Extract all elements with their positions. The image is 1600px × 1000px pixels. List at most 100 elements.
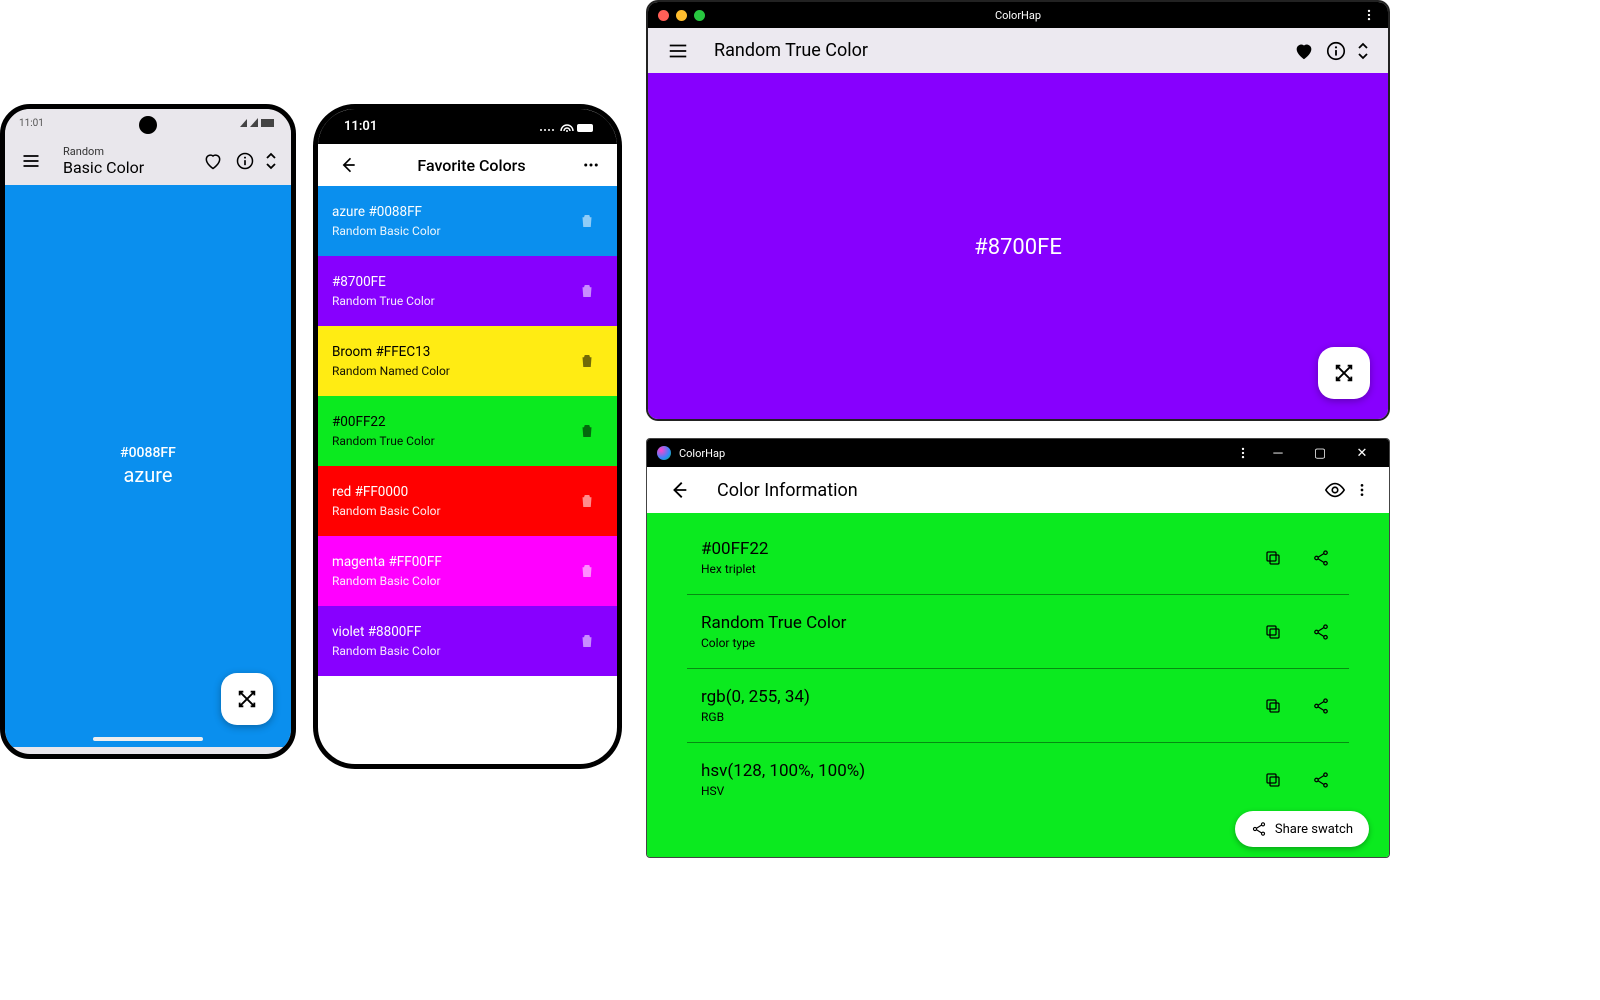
- app-bar-subtitle: Random: [63, 145, 197, 158]
- info-row-label: HSV: [701, 784, 1257, 798]
- share-icon[interactable]: [1305, 542, 1337, 574]
- favorite-item-subtitle: Random Basic Color: [332, 644, 441, 658]
- info-row-label: Color type: [701, 636, 1257, 650]
- window-titlebar[interactable]: ColorHap ─ ▢ ✕: [647, 439, 1389, 467]
- favorite-item-text: Broom #FFEC13Random Named Color: [332, 344, 450, 378]
- share-icon[interactable]: [1305, 616, 1337, 648]
- favorite-item-title: magenta #FF00FF: [332, 554, 442, 570]
- visibility-icon[interactable]: [1319, 474, 1351, 506]
- delete-icon[interactable]: [571, 275, 603, 307]
- more-vert-icon[interactable]: [1351, 474, 1373, 506]
- app-icon: [657, 446, 671, 460]
- app-bar-title: Random True Color: [714, 40, 1288, 61]
- more-icon[interactable]: [579, 149, 603, 181]
- menu-icon[interactable]: [662, 35, 694, 67]
- mac-window-true-color: ColorHap Random True Color #8700FE: [646, 0, 1390, 421]
- window-titlebar[interactable]: ColorHap: [648, 2, 1388, 28]
- favorite-item-subtitle: Random Basic Color: [332, 224, 441, 238]
- color-swatch[interactable]: #0088FF azure: [5, 185, 291, 747]
- back-icon[interactable]: [663, 474, 695, 506]
- delete-icon[interactable]: [571, 625, 603, 657]
- favorite-item-title: Broom #FFEC13: [332, 344, 450, 360]
- favorite-item[interactable]: azure #0088FFRandom Basic Color: [318, 186, 617, 256]
- info-icon[interactable]: [1320, 35, 1352, 67]
- shuffle-button[interactable]: [221, 673, 273, 725]
- favorite-item-title: #00FF22: [332, 414, 435, 430]
- delete-icon[interactable]: [571, 485, 603, 517]
- copy-icon[interactable]: [1257, 616, 1289, 648]
- app-bar-title: Basic Color: [63, 158, 197, 177]
- share-swatch-button[interactable]: Share swatch: [1235, 811, 1369, 847]
- nav-pill: [93, 737, 203, 741]
- share-icon[interactable]: [1305, 764, 1337, 796]
- favorite-item[interactable]: #00FF22 Random True Color: [318, 396, 617, 466]
- favorite-item-text: azure #0088FFRandom Basic Color: [332, 204, 441, 238]
- copy-icon[interactable]: [1257, 690, 1289, 722]
- desktop-window-color-info: ColorHap ─ ▢ ✕ Color Information #00FF22…: [646, 438, 1390, 858]
- unfold-icon[interactable]: [1352, 35, 1374, 67]
- info-row-value: rgb(0, 255, 34): [701, 687, 1257, 707]
- favorite-item-subtitle: Random Basic Color: [332, 504, 441, 518]
- copy-icon[interactable]: [1257, 542, 1289, 574]
- favorite-icon[interactable]: [197, 145, 229, 177]
- camera-cutout: [139, 116, 157, 134]
- shuffle-button[interactable]: [1318, 347, 1370, 399]
- info-row-label: Hex triplet: [701, 562, 1257, 576]
- close-icon[interactable]: ✕: [1345, 446, 1379, 461]
- favorite-item-title: red #FF0000: [332, 484, 441, 500]
- maximize-icon[interactable]: ▢: [1303, 446, 1337, 461]
- swatch-name: azure: [123, 463, 172, 487]
- notch: [398, 109, 538, 131]
- status-bar: 11:01: [5, 109, 291, 137]
- share-icon[interactable]: [1305, 690, 1337, 722]
- share-swatch-label: Share swatch: [1275, 822, 1353, 837]
- app-bar-title: Color Information: [717, 480, 1319, 501]
- favorite-item-text: #00FF22 Random True Color: [332, 414, 435, 448]
- app-bar-title: Favorite Colors: [364, 156, 579, 175]
- info-icon[interactable]: [229, 145, 261, 177]
- shuffle-icon: [236, 688, 258, 710]
- window-title: ColorHap: [995, 9, 1041, 22]
- favorite-item-subtitle: Random True Color: [332, 434, 435, 448]
- favorite-icon[interactable]: [1288, 35, 1320, 67]
- info-row: Random True ColorColor type: [687, 594, 1349, 668]
- delete-icon[interactable]: [571, 345, 603, 377]
- favorite-item[interactable]: Broom #FFEC13Random Named Color: [318, 326, 617, 396]
- back-icon[interactable]: [332, 149, 364, 181]
- favorite-item[interactable]: magenta #FF00FF Random Basic Color: [318, 536, 617, 606]
- menu-icon[interactable]: [15, 145, 47, 177]
- favorite-list[interactable]: azure #0088FFRandom Basic Color#8700FERa…: [318, 186, 617, 764]
- app-bar-titles: Random Basic Color: [63, 145, 197, 177]
- delete-icon[interactable]: [571, 555, 603, 587]
- copy-icon[interactable]: [1257, 764, 1289, 796]
- favorite-item-text: red #FF0000 Random Basic Color: [332, 484, 441, 518]
- delete-icon[interactable]: [571, 415, 603, 447]
- info-row: rgb(0, 255, 34)RGB: [687, 668, 1349, 742]
- minimize-icon[interactable]: [676, 10, 687, 21]
- unfold-icon[interactable]: [261, 145, 281, 177]
- swatch-hex: #8700FE: [974, 235, 1062, 260]
- favorite-item[interactable]: #8700FERandom True Color: [318, 256, 617, 326]
- delete-icon[interactable]: [571, 205, 603, 237]
- clock: 11:01: [344, 119, 377, 134]
- favorite-item-title: violet #8800FF: [332, 624, 441, 640]
- clock: 11:01: [19, 118, 44, 129]
- info-row: hsv(128, 100%, 100%)HSV: [687, 742, 1349, 816]
- status-icons: [539, 121, 595, 133]
- swatch-hex: #0088FF: [120, 445, 176, 461]
- info-row-value: #00FF22: [701, 539, 1257, 559]
- app-bar: Random True Color: [648, 28, 1388, 73]
- favorite-item[interactable]: red #FF0000 Random Basic Color: [318, 466, 617, 536]
- traffic-lights[interactable]: [658, 10, 705, 21]
- color-swatch[interactable]: #8700FE: [648, 73, 1388, 421]
- more-vert-icon[interactable]: [1360, 0, 1378, 31]
- favorite-item[interactable]: violet #8800FF Random Basic Color: [318, 606, 617, 676]
- favorite-item-text: #8700FERandom True Color: [332, 274, 435, 308]
- close-icon[interactable]: [658, 10, 669, 21]
- favorite-item-subtitle: Random Basic Color: [332, 574, 442, 588]
- minimize-icon[interactable]: ─: [1261, 445, 1295, 461]
- window-title: ColorHap: [679, 447, 725, 460]
- favorite-item-title: #8700FE: [332, 274, 435, 290]
- more-vert-icon[interactable]: [1233, 438, 1253, 469]
- maximize-icon[interactable]: [694, 10, 705, 21]
